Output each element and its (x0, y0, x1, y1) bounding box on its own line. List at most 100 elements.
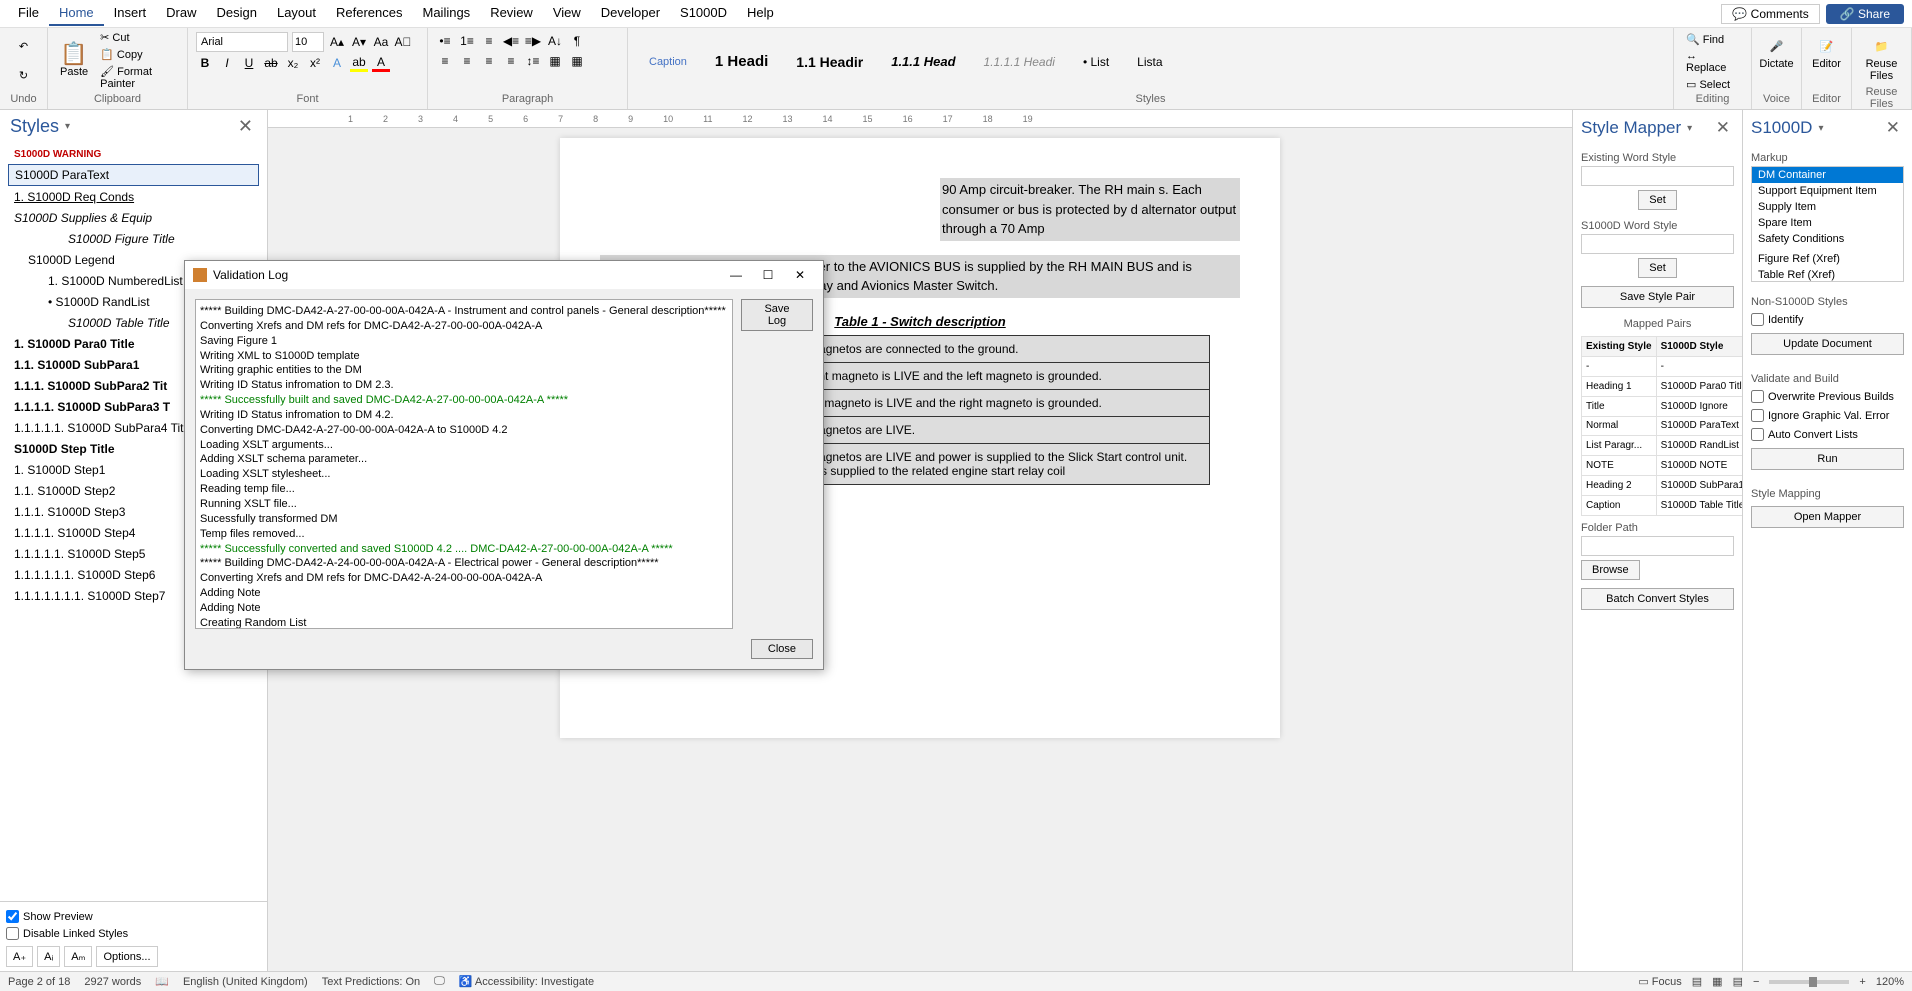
font-color-button[interactable]: A (372, 54, 390, 72)
markup-item[interactable]: Supply Item (1752, 199, 1903, 215)
page-status[interactable]: Page 2 of 18 (8, 976, 70, 988)
existing-style-input[interactable] (1581, 166, 1734, 186)
markup-item[interactable]: Spare Item (1752, 215, 1903, 231)
style-entry[interactable]: S1000D Figure Title (8, 229, 259, 249)
dialog-maximize-button[interactable]: ☐ (753, 265, 783, 285)
editor-button[interactable]: 📝Editor (1810, 32, 1843, 72)
change-case-button[interactable]: Aa (372, 33, 390, 51)
zoom-level[interactable]: 120% (1876, 976, 1904, 988)
find-button[interactable]: 🔍 Find (1682, 32, 1743, 47)
read-mode-icon[interactable]: ▤ (1692, 975, 1702, 988)
text-predictions-status[interactable]: Text Predictions: On (322, 976, 420, 988)
styles-options-button[interactable]: Options... (96, 946, 157, 967)
justify-button[interactable]: ≡ (502, 52, 520, 70)
table-cell-value[interactable]: The left magneto is LIVE and the right m… (771, 389, 1210, 416)
menu-review[interactable]: Review (480, 1, 543, 26)
style-inspector-button[interactable]: Aᵢ (37, 946, 60, 967)
menu-view[interactable]: View (543, 1, 591, 26)
close-dialog-button[interactable]: Close (751, 639, 813, 659)
mapped-cell[interactable]: Title (1582, 396, 1657, 416)
menu-insert[interactable]: Insert (104, 1, 157, 26)
show-marks-button[interactable]: ¶ (568, 32, 586, 50)
bullets-button[interactable]: •≡ (436, 32, 454, 50)
superscript-button[interactable]: x² (306, 54, 324, 72)
copy-button[interactable]: 📋 Copy (96, 47, 179, 62)
menu-design[interactable]: Design (207, 1, 267, 26)
save-log-button[interactable]: Save Log (741, 299, 813, 331)
menu-file[interactable]: File (8, 1, 49, 26)
align-center-button[interactable]: ≡ (458, 52, 476, 70)
markup-item[interactable]: Safety Conditions (1752, 231, 1903, 247)
align-right-button[interactable]: ≡ (480, 52, 498, 70)
multilevel-button[interactable]: ≡ (480, 32, 498, 50)
italic-button[interactable]: I (218, 54, 236, 72)
dialog-minimize-button[interactable]: — (721, 265, 751, 285)
align-left-button[interactable]: ≡ (436, 52, 454, 70)
language-status[interactable]: English (United Kingdom) (183, 976, 308, 988)
save-style-pair-button[interactable]: Save Style Pair (1581, 286, 1734, 308)
decrease-font-button[interactable]: A▾ (350, 33, 368, 51)
mapped-cell[interactable]: NOTE (1582, 456, 1657, 476)
set-existing-button[interactable]: Set (1638, 190, 1677, 210)
share-button[interactable]: 🔗 Share (1826, 4, 1904, 24)
menu-references[interactable]: References (326, 1, 412, 26)
style-gallery-item[interactable]: 1 Headi (706, 48, 777, 75)
identify-checkbox[interactable] (1751, 313, 1764, 326)
numbering-button[interactable]: 1≡ (458, 32, 476, 50)
style-entry[interactable]: S1000D Supplies & Equip (8, 208, 259, 228)
set-s1000d-button[interactable]: Set (1638, 258, 1677, 278)
ignore-graphic-checkbox[interactable] (1751, 409, 1764, 422)
s1000d-options-icon[interactable]: ▾ (1818, 123, 1823, 134)
markup-item[interactable]: Table Ref (Xref) (1752, 267, 1903, 282)
subscript-button[interactable]: x₂ (284, 54, 302, 72)
autoconvert-checkbox[interactable] (1751, 428, 1764, 441)
table-cell-value[interactable]: Both magnetos are LIVE. (771, 416, 1210, 443)
style-gallery-item[interactable]: Caption (640, 51, 696, 73)
show-preview-checkbox[interactable] (6, 910, 19, 923)
menu-s1000d[interactable]: S1000D (670, 1, 737, 26)
style-gallery-item[interactable]: Lista (1128, 50, 1171, 74)
line-spacing-button[interactable]: ↕≡ (524, 52, 542, 70)
zoom-slider[interactable] (1769, 980, 1849, 984)
comments-button[interactable]: 💬 Comments (1721, 4, 1819, 24)
cut-button[interactable]: ✂ Cut (96, 30, 179, 45)
decrease-indent-button[interactable]: ◀≡ (502, 32, 520, 50)
replace-button[interactable]: ↔ Replace (1682, 49, 1743, 75)
highlight-button[interactable]: ab (350, 54, 368, 72)
s1000d-close-icon[interactable]: ✕ (1882, 118, 1904, 138)
update-document-button[interactable]: Update Document (1751, 333, 1904, 355)
mapper-options-icon[interactable]: ▾ (1687, 123, 1692, 134)
mapped-cell[interactable]: - (1582, 356, 1657, 376)
mapped-cell[interactable]: List Paragr... (1582, 436, 1657, 456)
run-button[interactable]: Run (1751, 448, 1904, 470)
print-layout-icon[interactable]: ▦ (1712, 975, 1722, 988)
dictate-button[interactable]: 🎤Dictate (1760, 32, 1793, 72)
markup-listbox[interactable]: DM ContainerSupport Equipment ItemSupply… (1751, 166, 1904, 282)
folder-path-input[interactable] (1581, 536, 1734, 556)
batch-convert-button[interactable]: Batch Convert Styles (1581, 588, 1734, 610)
markup-item[interactable]: Support Equipment Item (1752, 183, 1903, 199)
mapper-close-icon[interactable]: ✕ (1712, 118, 1734, 138)
focus-button[interactable]: ▭ Focus (1638, 975, 1681, 988)
increase-indent-button[interactable]: ≡▶ (524, 32, 542, 50)
new-style-button[interactable]: A₊ (6, 946, 33, 967)
disable-linked-checkbox[interactable] (6, 927, 19, 940)
display-settings-icon[interactable]: 🖵 (434, 975, 445, 988)
document-paragraph[interactable]: 90 Amp circuit-breaker. The RH main s. E… (940, 178, 1240, 241)
undo-button[interactable]: ↶ (8, 32, 39, 60)
open-mapper-button[interactable]: Open Mapper (1751, 506, 1904, 528)
font-size-select[interactable] (292, 32, 324, 52)
s1000d-style-input[interactable] (1581, 234, 1734, 254)
style-gallery-item[interactable]: 1.1.1 Head (882, 49, 964, 74)
shading-button[interactable]: ▦ (546, 52, 564, 70)
redo-button[interactable]: ↻ (8, 62, 39, 90)
style-gallery-item[interactable]: • List (1074, 50, 1118, 74)
browse-button[interactable]: Browse (1581, 560, 1640, 580)
zoom-in-button[interactable]: + (1859, 976, 1865, 988)
markup-item[interactable]: DM Container (1752, 167, 1903, 183)
overwrite-checkbox[interactable] (1751, 390, 1764, 403)
dialog-close-button[interactable]: ✕ (785, 265, 815, 285)
styles-pane-options-icon[interactable]: ▾ (65, 121, 70, 132)
mapped-cell[interactable]: Caption (1582, 496, 1657, 516)
word-count[interactable]: 2927 words (84, 976, 141, 988)
